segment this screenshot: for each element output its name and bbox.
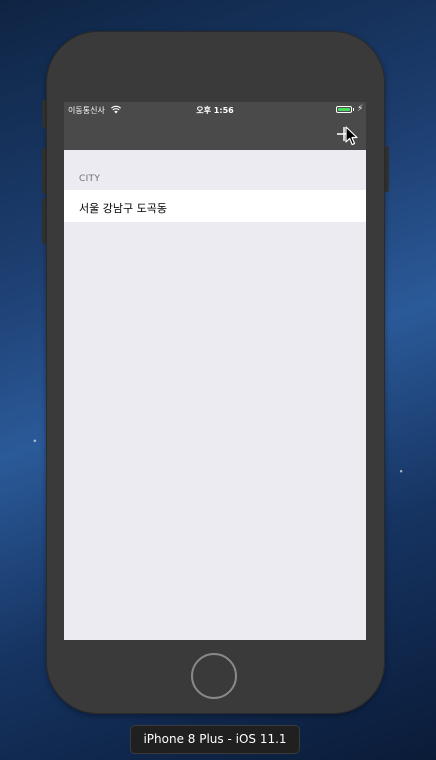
status-bar: 이동통신사 오후 1:56 ⚡ bbox=[64, 102, 366, 118]
table-row[interactable]: 서울 강남구 도곡동 bbox=[64, 190, 366, 222]
row-label: 서울 강남구 도곡동 bbox=[79, 202, 167, 215]
battery-icon bbox=[336, 106, 352, 113]
home-button[interactable] bbox=[191, 653, 237, 699]
mouse-cursor-icon bbox=[345, 126, 358, 146]
device-label: iPhone 8 Plus - iOS 11.1 bbox=[130, 725, 300, 754]
battery-level bbox=[338, 108, 350, 111]
device-screen: 이동통신사 오후 1:56 ⚡ CITY 서울 강남구 도곡동 bbox=[64, 102, 366, 640]
battery-tip bbox=[353, 108, 354, 111]
navigation-bar bbox=[64, 118, 366, 150]
section-header-city: CITY bbox=[79, 174, 101, 184]
charging-bolt-icon: ⚡ bbox=[357, 104, 364, 114]
status-time: 오후 1:56 bbox=[196, 106, 234, 115]
